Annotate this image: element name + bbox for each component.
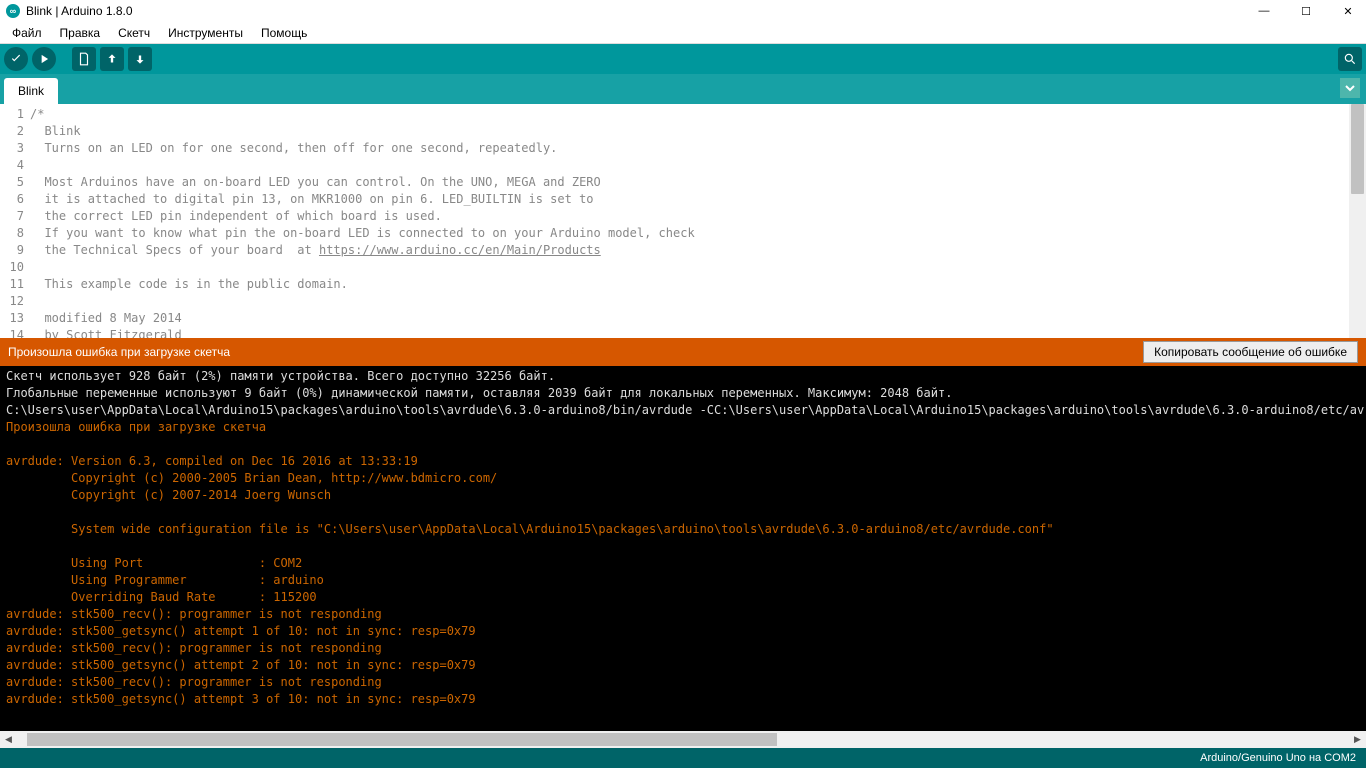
menu-help[interactable]: Помощь (253, 24, 315, 42)
error-banner: Произошла ошибка при загрузке скетча Коп… (0, 338, 1366, 366)
title-bar: ∞ Blink | Arduino 1.8.0 — ☐ ✕ (0, 0, 1366, 22)
maximize-button[interactable]: ☐ (1294, 2, 1318, 20)
output-console[interactable]: Скетч использует 928 байт (2%) памяти ус… (0, 366, 1366, 731)
scrollbar-thumb[interactable] (1351, 104, 1364, 194)
tab-blink[interactable]: Blink (4, 78, 58, 104)
verify-button[interactable] (4, 47, 28, 71)
code-area[interactable]: /* Blink Turns on an LED on for one seco… (30, 104, 1349, 338)
tab-menu-button[interactable] (1340, 78, 1360, 98)
menu-bar: Файл Правка Скетч Инструменты Помощь (0, 22, 1366, 44)
menu-edit[interactable]: Правка (52, 24, 109, 42)
magnifier-icon (1343, 52, 1357, 66)
status-bar: Arduino/Genuino Uno на COM2 (0, 748, 1366, 768)
error-message: Произошла ошибка при загрузке скетча (8, 345, 1143, 359)
code-editor[interactable]: 1234567891011121314 /* Blink Turns on an… (0, 104, 1366, 338)
save-sketch-button[interactable] (128, 47, 152, 71)
menu-tools[interactable]: Инструменты (160, 24, 251, 42)
copy-error-button[interactable]: Копировать сообщение об ошибке (1143, 341, 1358, 363)
window-title: Blink | Arduino 1.8.0 (26, 4, 1252, 18)
close-button[interactable]: ✕ (1336, 2, 1360, 20)
check-icon (9, 52, 23, 66)
chevron-down-icon (1345, 83, 1355, 93)
arrow-right-icon (37, 52, 51, 66)
menu-sketch[interactable]: Скетч (110, 24, 158, 42)
arrow-down-icon (133, 52, 147, 66)
horizontal-scrollbar[interactable]: ◀ ▶ (0, 731, 1366, 748)
scrollbar-thumb[interactable] (27, 733, 777, 746)
line-gutter: 1234567891011121314 (0, 104, 30, 338)
file-icon (77, 52, 91, 66)
scroll-track[interactable] (17, 731, 1349, 748)
open-sketch-button[interactable] (100, 47, 124, 71)
new-sketch-button[interactable] (72, 47, 96, 71)
scroll-right-arrow-icon[interactable]: ▶ (1349, 731, 1366, 748)
minimize-button[interactable]: — (1252, 2, 1276, 20)
editor-vertical-scrollbar[interactable] (1349, 104, 1366, 338)
menu-file[interactable]: Файл (4, 24, 50, 42)
upload-button[interactable] (32, 47, 56, 71)
arrow-up-icon (105, 52, 119, 66)
board-port-label: Arduino/Genuino Uno на COM2 (1200, 752, 1356, 764)
arduino-logo-icon: ∞ (6, 4, 20, 18)
serial-monitor-button[interactable] (1338, 47, 1362, 71)
scroll-left-arrow-icon[interactable]: ◀ (0, 731, 17, 748)
tab-strip: Blink (0, 74, 1366, 104)
toolbar (0, 44, 1366, 74)
window-controls: — ☐ ✕ (1252, 2, 1360, 20)
